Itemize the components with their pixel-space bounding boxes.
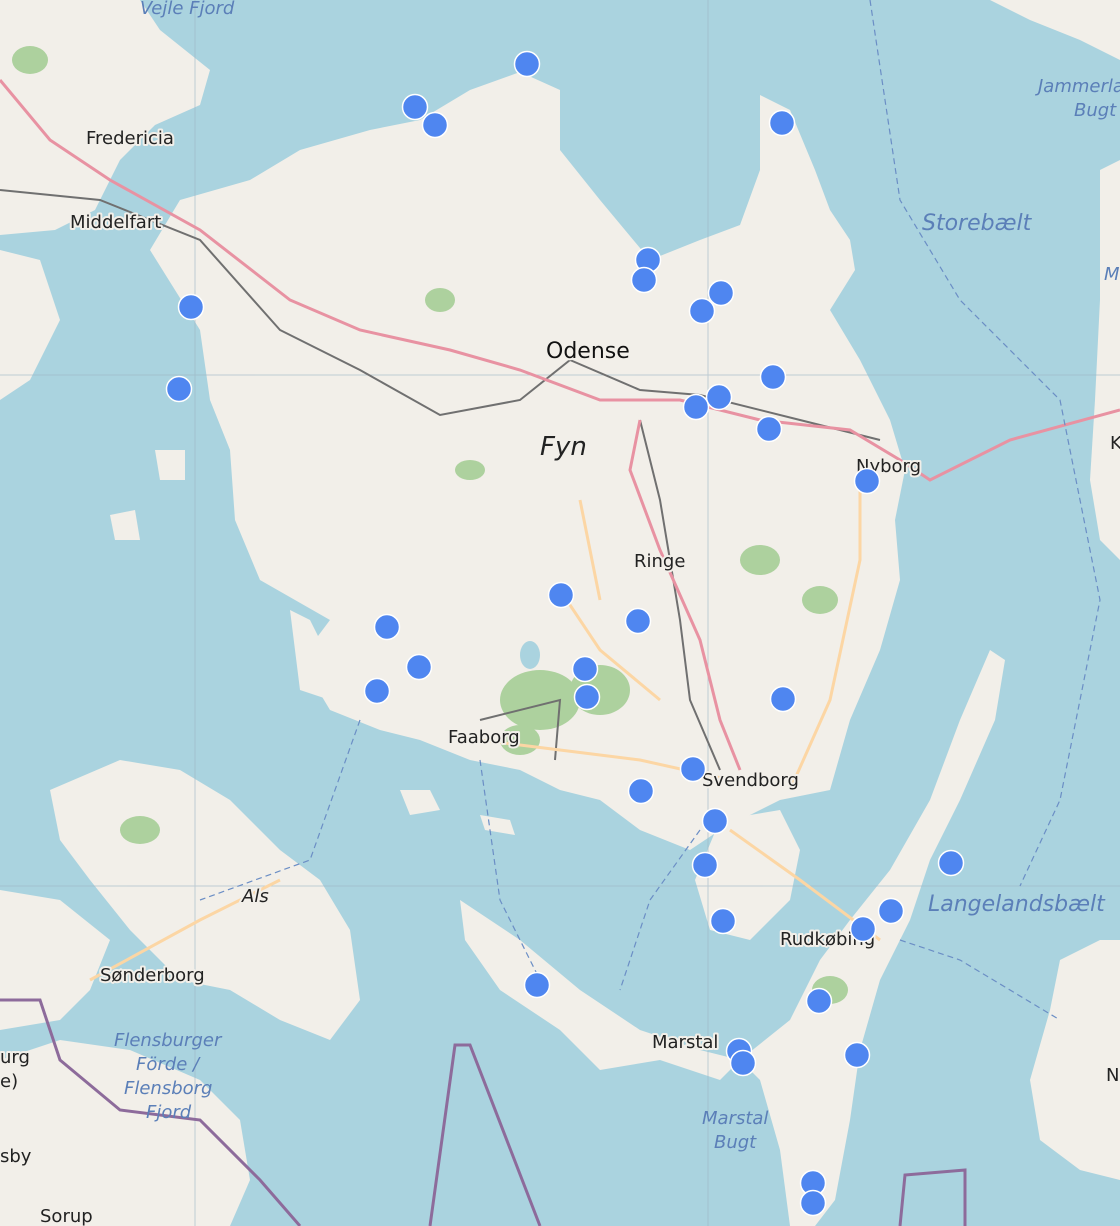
map-marker[interactable] [755, 415, 783, 443]
town-label-m: M [1104, 264, 1120, 285]
map-marker[interactable] [729, 1049, 757, 1077]
town-label-faaborg[interactable]: Faaborg [446, 725, 522, 750]
water-label-vejle-fjord: Vejle Fjord [140, 0, 235, 19]
region-label: Fyn [540, 432, 587, 462]
town-label-k[interactable]: K [1108, 431, 1120, 456]
water-label-flensburger-4: Fjord [146, 1102, 192, 1123]
map-marker[interactable] [401, 93, 429, 121]
map-marker[interactable] [679, 755, 707, 783]
small-island [155, 450, 185, 480]
map-marker[interactable] [805, 987, 833, 1015]
map-marker[interactable] [682, 393, 710, 421]
map-marker[interactable] [799, 1189, 827, 1217]
water-label-langelandsbaelt: Langelandsbælt [928, 892, 1106, 917]
water-label-flensburger-1: Flensburger [114, 1030, 223, 1051]
town-label-n[interactable]: N [1104, 1063, 1120, 1088]
map-canvas[interactable]: Fyn Odense Fredericia Middelfart Nyborg … [0, 0, 1120, 1226]
town-label-ringe[interactable]: Ringe [632, 549, 687, 574]
water-label-jammerland-1: Jammerla [1035, 76, 1120, 97]
water-label-marstal-bugt-2: Bugt [714, 1132, 757, 1153]
town-label-svendborg[interactable]: Svendborg [700, 768, 801, 793]
map-marker[interactable] [843, 1041, 871, 1069]
water-label-flensburger-2: Förde / [136, 1054, 201, 1075]
map-marker[interactable] [688, 297, 716, 325]
town-label-e[interactable]: e) [0, 1069, 20, 1094]
water-label-marstal-bugt-1: Marstal [702, 1108, 768, 1129]
map-marker[interactable] [769, 685, 797, 713]
map-marker[interactable] [877, 897, 905, 925]
town-label-sby[interactable]: sby [0, 1144, 34, 1169]
town-label-sonderborg[interactable]: Sønderborg [98, 963, 207, 988]
map-marker[interactable] [547, 581, 575, 609]
city-label-odense[interactable]: Odense [544, 337, 632, 366]
map-marker[interactable] [853, 467, 881, 495]
map-marker[interactable] [768, 109, 796, 137]
town-label-middelfart[interactable]: Middelfart [68, 210, 163, 235]
map-marker[interactable] [630, 266, 658, 294]
map-marker[interactable] [573, 683, 601, 711]
map-marker[interactable] [701, 807, 729, 835]
map-marker[interactable] [523, 971, 551, 999]
map-marker[interactable] [627, 777, 655, 805]
water-label-flensburger-3: Flensborg [124, 1078, 212, 1099]
map-marker[interactable] [571, 655, 599, 683]
map-marker[interactable] [624, 607, 652, 635]
map-marker[interactable] [691, 851, 719, 879]
map-marker[interactable] [707, 279, 735, 307]
town-label-sorup[interactable]: Sorup [38, 1204, 95, 1226]
map-marker[interactable] [421, 111, 449, 139]
map-marker[interactable] [165, 375, 193, 403]
map-marker[interactable] [937, 849, 965, 877]
map-marker[interactable] [709, 907, 737, 935]
map-marker[interactable] [705, 383, 733, 411]
town-label-urg[interactable]: urg [0, 1045, 32, 1070]
map-marker[interactable] [177, 293, 205, 321]
map-marker[interactable] [759, 363, 787, 391]
map-marker[interactable] [849, 915, 877, 943]
lake [520, 641, 540, 669]
water-label-jammerland-2: Bugt [1074, 100, 1117, 121]
water-label-storebaelt: Storebælt [922, 211, 1033, 236]
map-marker[interactable] [405, 653, 433, 681]
town-label-als[interactable]: Als [239, 884, 271, 909]
small-island [110, 510, 140, 540]
town-label-fredericia[interactable]: Fredericia [84, 126, 176, 151]
map-marker[interactable] [373, 613, 401, 641]
map-marker[interactable] [363, 677, 391, 705]
town-label-marstal[interactable]: Marstal [650, 1030, 720, 1055]
map-marker[interactable] [513, 50, 541, 78]
